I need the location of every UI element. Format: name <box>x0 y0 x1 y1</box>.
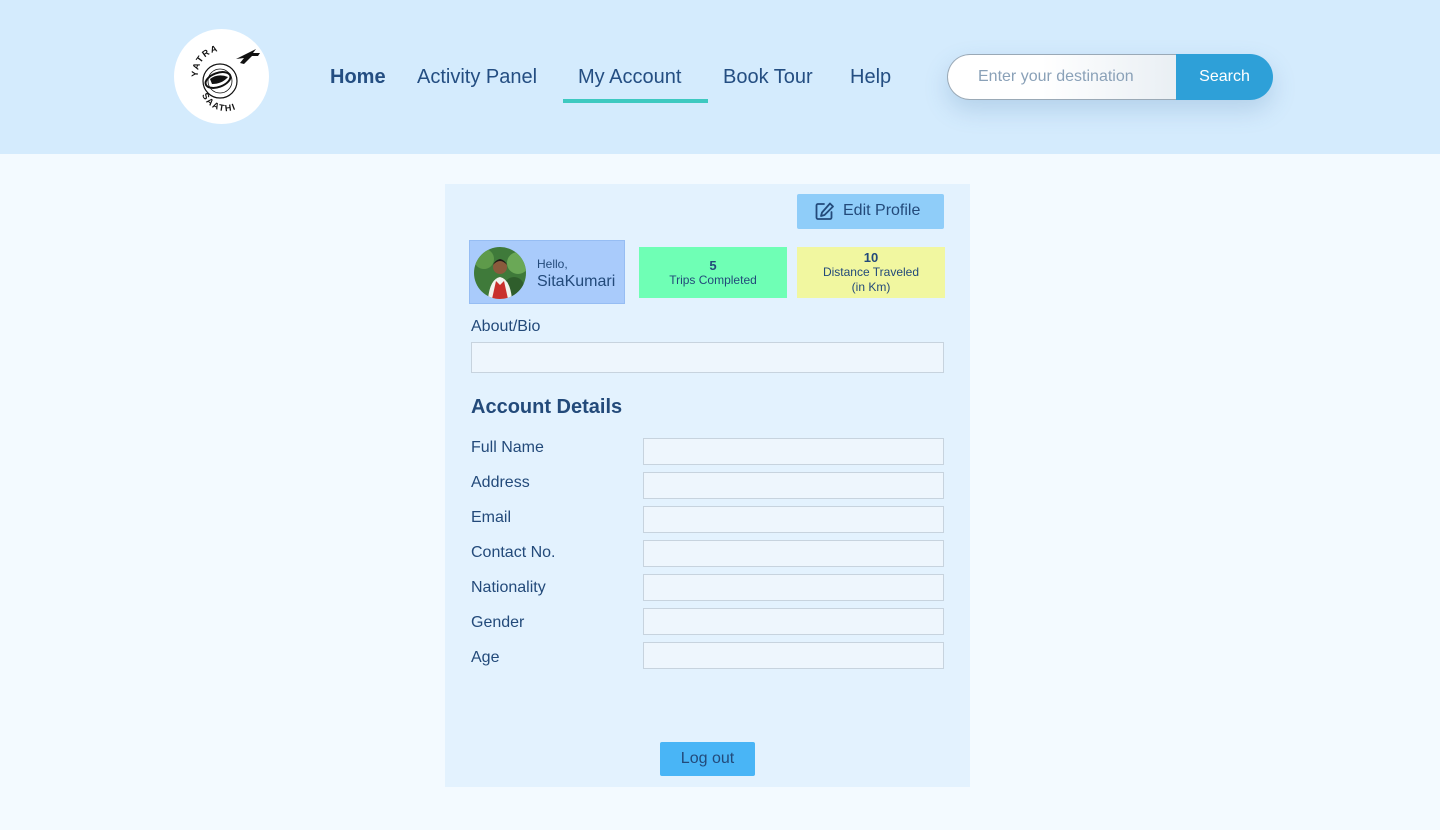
nav-my-account[interactable]: My Account <box>578 62 681 94</box>
full-name-label: Full Name <box>471 439 544 456</box>
search-bar: Search <box>947 54 1273 100</box>
trips-label: Trips Completed <box>669 273 757 287</box>
age-field[interactable] <box>643 642 944 669</box>
logo-text-bottom: SAATHI <box>200 91 236 113</box>
distance-value: 10 <box>863 250 879 265</box>
edit-icon <box>815 202 835 226</box>
gender-label: Gender <box>471 614 525 631</box>
trips-completed-stat: 5 Trips Completed <box>639 247 787 298</box>
email-label: Email <box>471 509 512 526</box>
search-input[interactable] <box>947 54 1183 100</box>
full-name-field[interactable] <box>643 438 944 465</box>
nav-book-tour[interactable]: Book Tour <box>723 62 813 94</box>
gender-field[interactable] <box>643 608 944 635</box>
nav-active-underline <box>563 99 708 103</box>
nav-activity-panel[interactable]: Activity Panel <box>417 62 537 94</box>
bio-field[interactable] <box>471 342 944 373</box>
nav-home[interactable]: Home <box>330 62 386 94</box>
distance-label: Distance Traveled <box>822 265 920 279</box>
logo-graphic: YATRA SAATHI <box>190 43 260 113</box>
age-label: Age <box>471 649 500 666</box>
nav-help[interactable]: Help <box>850 62 891 94</box>
email-field[interactable] <box>643 506 944 533</box>
user-name: SitaKumari <box>537 273 616 290</box>
edit-profile-label: Edit Profile <box>843 202 921 219</box>
user-greeting-box: Hello, SitaKumari <box>469 240 625 304</box>
greeting-text: Hello, <box>537 257 568 271</box>
contact-field[interactable] <box>643 540 944 567</box>
logo-text-top: YATRA <box>190 43 218 77</box>
distance-traveled-stat: 10 Distance Traveled (in Km) <box>797 247 945 298</box>
address-label: Address <box>471 474 530 491</box>
nationality-field[interactable] <box>643 574 944 601</box>
logout-button[interactable]: Log out <box>660 742 755 776</box>
distance-unit: (in Km) <box>851 280 891 294</box>
trips-count: 5 <box>709 258 717 273</box>
bio-label: About/Bio <box>471 318 541 335</box>
address-field[interactable] <box>643 472 944 499</box>
nationality-label: Nationality <box>471 579 546 596</box>
svg-text:SAATHI: SAATHI <box>200 91 238 113</box>
yatra-saathi-logo[interactable]: YATRA SAATHI <box>174 29 269 124</box>
edit-profile-button[interactable]: Edit Profile <box>797 194 944 229</box>
avatar[interactable] <box>474 247 526 299</box>
svg-text:YATRA: YATRA <box>190 43 220 77</box>
contact-label: Contact No. <box>471 544 556 561</box>
account-details-title: Account Details <box>471 396 623 418</box>
search-button[interactable]: Search <box>1176 54 1273 100</box>
